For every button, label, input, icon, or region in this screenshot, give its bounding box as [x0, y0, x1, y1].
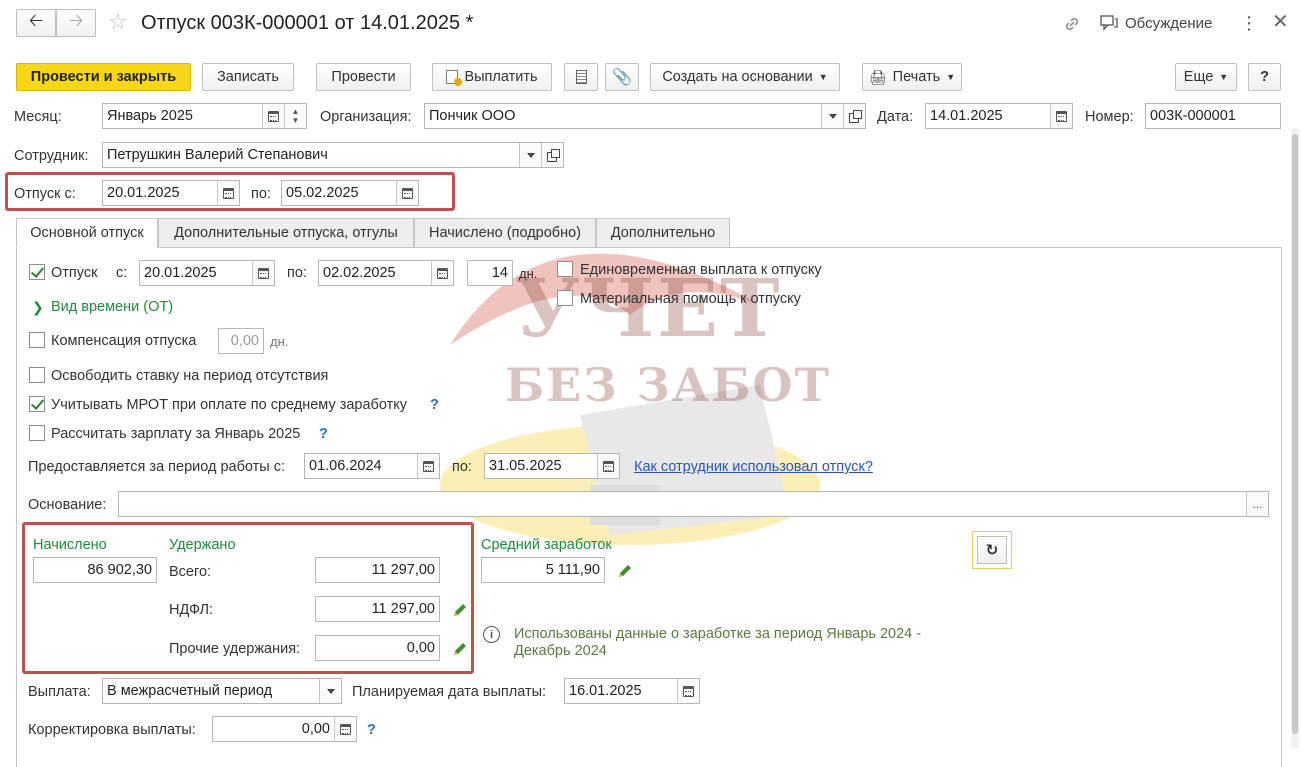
info-text-line1: Использованы данные о заработке за перио… [514, 626, 922, 642]
main-leave-to-field[interactable]: 02.02.2025 [318, 260, 454, 286]
total-field[interactable]: 11 297,00 [315, 557, 440, 583]
avg-earnings-field[interactable]: 5 111,90 [481, 557, 605, 583]
leave-from-label-2: с: [116, 265, 128, 281]
period-to-field[interactable]: 31.05.2025 [484, 453, 620, 479]
period-from-field[interactable]: 01.06.2024 [304, 453, 440, 479]
basis-field[interactable]: ... [118, 491, 1269, 517]
release-rate-label: Освободить ставку на период отсутствия [51, 368, 329, 384]
correction-value: 0,00 [301, 721, 330, 737]
accrued-label: Начислено [33, 537, 107, 553]
period-to-label: по: [452, 459, 472, 475]
calc-salary-label: Рассчитать зарплату за Январь 2025 [51, 426, 301, 442]
period-from-value: 01.06.2024 [309, 458, 382, 474]
lump-sum-label: Единовременная выплата к отпуску [580, 262, 822, 278]
ndfl-field[interactable]: 11 297,00 [315, 596, 440, 622]
correction-label: Корректировка выплаты: [28, 722, 196, 738]
period-label: Предоставляется за период работы с: [28, 459, 286, 475]
info-text-line2: Декабрь 2024 [514, 643, 607, 659]
payout-field[interactable]: В межрасчетный период [102, 678, 342, 704]
planned-date-value: 16.01.2025 [569, 683, 642, 699]
compensation-unit: дн. [270, 334, 289, 349]
correction-field[interactable]: 0,00 [212, 716, 357, 742]
leave-checkbox-label: Отпуск [51, 265, 98, 281]
mrot-help-icon[interactable]: ? [430, 396, 439, 414]
planned-date-field[interactable]: 16.01.2025 [564, 678, 700, 704]
leave-usage-link[interactable]: Как сотрудник использовал отпуск? [634, 458, 873, 476]
ndfl-value: 11 297,00 [371, 601, 435, 617]
calc-salary-help-icon[interactable]: ? [319, 425, 328, 443]
mrot-label: Учитывать МРОТ при оплате по среднему за… [51, 397, 408, 413]
main-leave-to-value: 02.02.2025 [323, 265, 396, 281]
basis-label: Основание: [28, 497, 107, 513]
leave-to-label-2: по: [287, 265, 307, 281]
avg-earnings-label: Средний заработок [481, 537, 612, 553]
ndfl-label: НДФЛ: [169, 602, 214, 618]
dropdown-arrow-icon[interactable] [319, 679, 341, 703]
pencil-icon[interactable] [617, 563, 633, 579]
total-label: Всего: [169, 564, 212, 580]
compensation-days-value: 0,00 [230, 333, 259, 349]
calendar-icon[interactable] [252, 261, 274, 285]
days-unit: дн. [519, 266, 538, 281]
main-leave-from-field[interactable]: 20.01.2025 [139, 260, 275, 286]
other-withholdings-field[interactable]: 0,00 [315, 635, 440, 661]
compensation-days-field[interactable]: 0,00 [218, 328, 264, 354]
days-field[interactable]: 14 [467, 260, 513, 286]
calculator-icon[interactable] [334, 717, 356, 741]
payout-value: В межрасчетный период [107, 683, 273, 699]
chevron-right-icon[interactable]: ❯ [32, 298, 44, 316]
other-withholdings-label: Прочие удержания: [169, 641, 301, 657]
leave-checkbox[interactable] [29, 264, 45, 280]
calc-salary-checkbox[interactable] [29, 425, 45, 441]
calendar-icon[interactable] [597, 454, 619, 478]
pencil-icon[interactable] [452, 641, 468, 657]
compensation-checkbox[interactable] [29, 332, 45, 348]
release-rate-checkbox[interactable] [29, 367, 45, 383]
lump-sum-checkbox[interactable] [557, 261, 573, 277]
days-value: 14 [491, 265, 508, 281]
accrued-field[interactable]: 86 902,30 [33, 557, 157, 583]
period-to-value: 31.05.2025 [489, 458, 562, 474]
refresh-button[interactable]: ↻ [972, 531, 1012, 569]
pencil-icon[interactable] [452, 602, 468, 618]
main-leave-from-value: 20.01.2025 [144, 265, 217, 281]
material-aid-label: Материальная помощь к отпуску [580, 291, 801, 307]
info-icon: i [483, 626, 500, 643]
correction-help-icon[interactable]: ? [367, 721, 376, 739]
calendar-icon[interactable] [677, 679, 699, 703]
refresh-icon: ↻ [985, 542, 999, 559]
accrued-value: 86 902,30 [87, 562, 152, 578]
compensation-label: Компенсация отпуска [51, 333, 197, 349]
payout-label: Выплата: [28, 684, 91, 700]
material-aid-checkbox[interactable] [557, 290, 573, 306]
mrot-checkbox[interactable] [29, 396, 45, 412]
other-withholdings-value: 0,00 [406, 640, 435, 656]
calendar-icon[interactable] [431, 261, 453, 285]
withheld-label: Удержано [169, 537, 236, 553]
planned-date-label: Планируемая дата выплаты: [352, 684, 547, 700]
time-type-link[interactable]: Вид времени (ОТ) [51, 298, 173, 316]
total-value: 11 297,00 [371, 562, 435, 578]
avg-earnings-value: 5 111,90 [545, 562, 600, 578]
basis-select-button[interactable]: ... [1246, 492, 1268, 516]
calendar-icon[interactable] [417, 454, 439, 478]
